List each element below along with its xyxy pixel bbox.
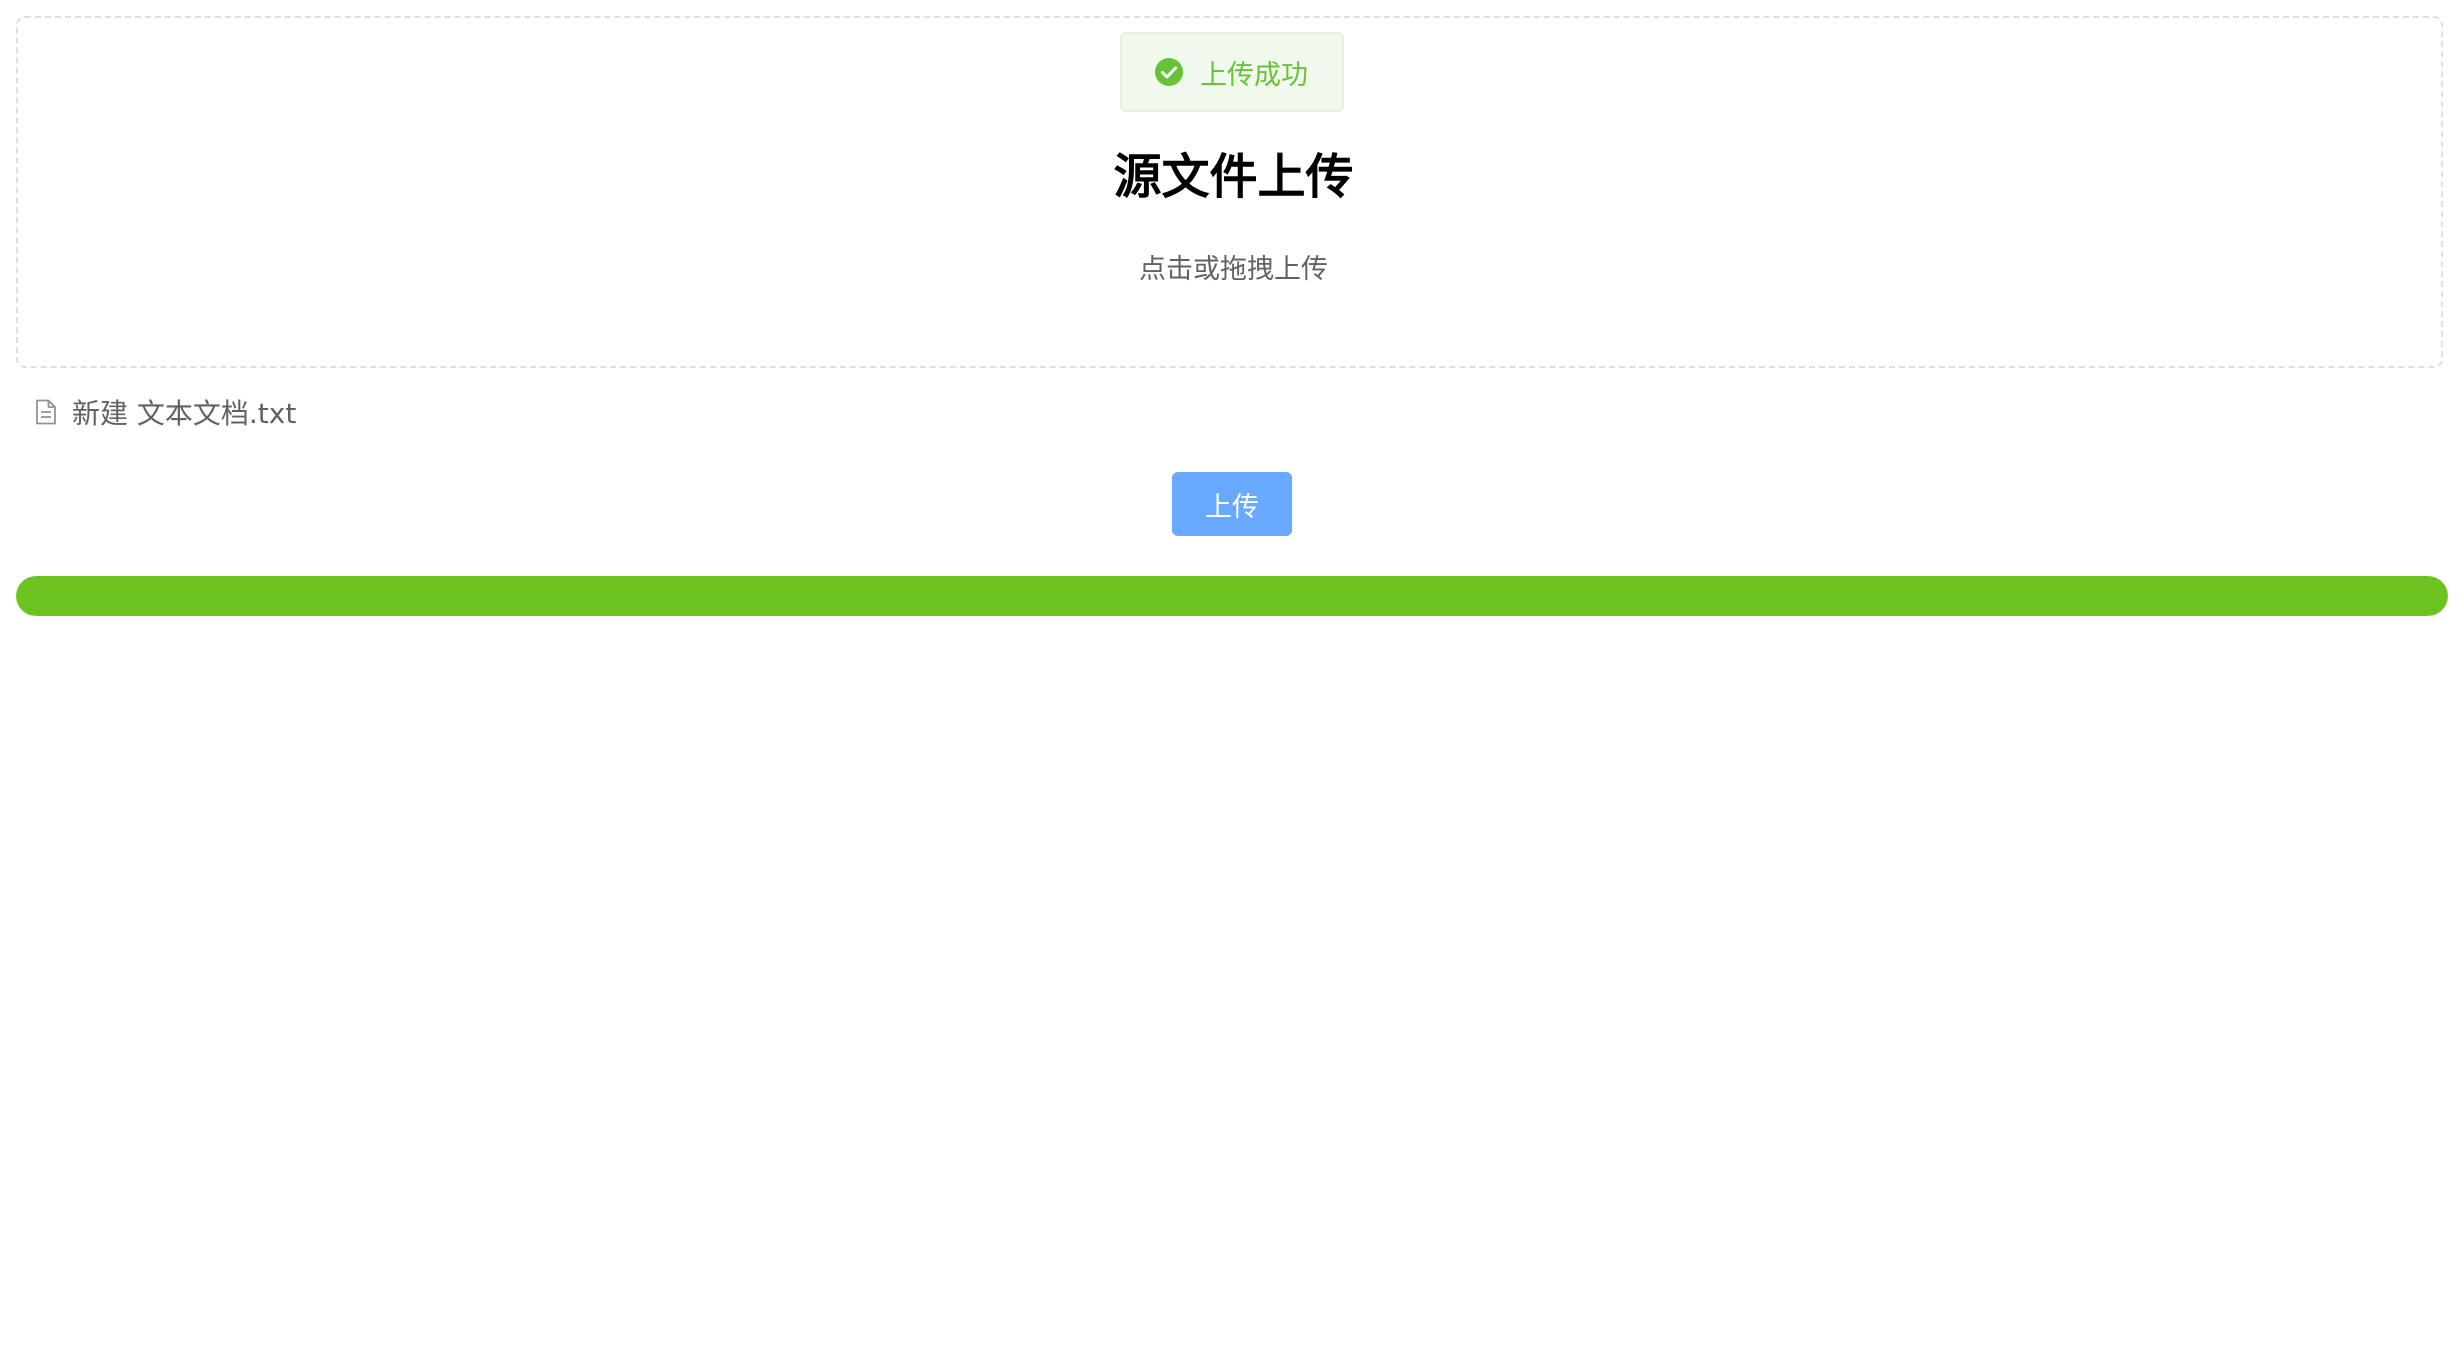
- upload-progress-bar: [16, 576, 2448, 616]
- progress-fill: [16, 576, 2448, 616]
- upload-hint: 点击或拖拽上传: [1139, 254, 1328, 285]
- file-list-item[interactable]: 新建 文本文档.txt: [34, 390, 296, 434]
- upload-title: 源文件上传: [1113, 149, 1354, 205]
- success-toast: 上传成功: [1120, 32, 1344, 112]
- file-name: 新建 文本文档.txt: [72, 397, 297, 430]
- check-circle-icon: [1155, 58, 1183, 86]
- upload-button[interactable]: 上传: [1172, 472, 1292, 536]
- document-icon: [36, 399, 56, 425]
- toast-message: 上传成功: [1200, 59, 1308, 91]
